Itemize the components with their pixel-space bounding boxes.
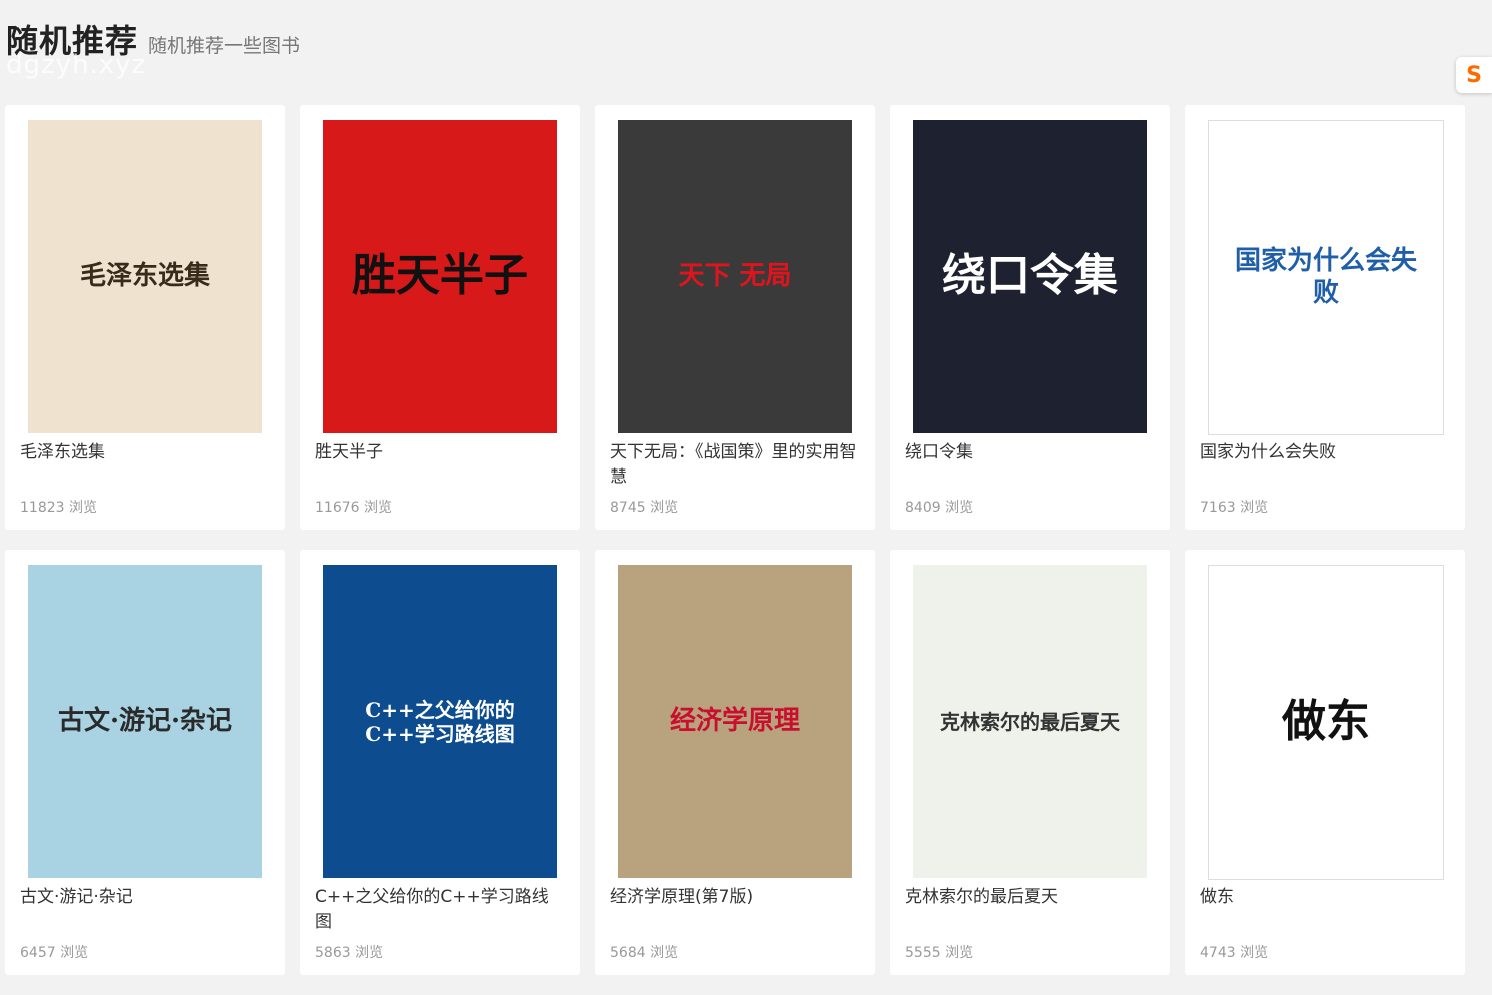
book-view-count: 5863 浏览 (315, 945, 384, 961)
book-card[interactable]: 古文·游记·杂记 古文·游记·杂记 6457 浏览 (5, 550, 285, 975)
book-cover-title: 天下 无局 (678, 260, 792, 291)
book-cover-image[interactable]: 古文·游记·杂记 (28, 565, 262, 878)
sogou-s-icon[interactable]: S (1456, 57, 1492, 93)
book-cover-title: C++之父给你的C++学习路线图 (365, 697, 515, 746)
book-view-count: 8409 浏览 (905, 500, 974, 516)
book-cover-title: 做东 (1282, 696, 1370, 748)
book-cover-image[interactable]: 经济学原理 (618, 565, 852, 878)
book-title-link[interactable]: 国家为什么会失败 (1200, 440, 1450, 465)
book-cover-title: 国家为什么会失败 (1234, 246, 1417, 308)
book-view-count: 4743 浏览 (1200, 945, 1269, 961)
book-view-count: 11676 浏览 (315, 500, 392, 516)
book-cover-image[interactable]: 绕口令集 (913, 120, 1147, 433)
book-title-link[interactable]: 毛泽东选集 (20, 440, 270, 465)
book-card[interactable]: 天下 无局天下无局：《战国策》里的实用智慧 8745 浏览 (595, 105, 875, 530)
book-card[interactable]: C++之父给你的C++学习路线图 C++之父给你的C++学习路线图 5863 浏览 (300, 550, 580, 975)
book-cover-image[interactable]: 毛泽东选集 (28, 120, 262, 433)
book-view-count: 5555 浏览 (905, 945, 974, 961)
book-card[interactable]: 经济学原理经济学原理(第7版) 5684 浏览 (595, 550, 875, 975)
book-title-link[interactable]: 克林索尔的最后夏天 (905, 885, 1155, 910)
book-title-link[interactable]: 天下无局：《战国策》里的实用智慧 (610, 440, 860, 490)
book-cover-title: 毛泽东选集 (79, 260, 210, 291)
book-cover-title: 经济学原理 (669, 705, 800, 736)
book-title-link[interactable]: 胜天半子 (315, 440, 565, 465)
book-card[interactable]: 胜天半子 胜天半子 11676 浏览 (300, 105, 580, 530)
book-card[interactable]: 毛泽东选集 毛泽东选集 11823 浏览 (5, 105, 285, 530)
book-cover-image[interactable]: 克林索尔的最后夏天 (913, 565, 1147, 878)
page-subtitle: 随机推荐一些图书 (148, 35, 301, 57)
book-cover-image[interactable]: 国家为什么会失败 (1208, 120, 1444, 435)
book-title-link[interactable]: 绕口令集 (905, 440, 1155, 465)
book-view-count: 7163 浏览 (1200, 500, 1269, 516)
book-card[interactable]: 克林索尔的最后夏天 克林索尔的最后夏天 5555 浏览 (890, 550, 1170, 975)
book-title-link[interactable]: C++之父给你的C++学习路线图 (315, 885, 565, 935)
book-cover-image[interactable]: 天下 无局 (618, 120, 852, 433)
book-cover-image[interactable]: 做东 (1208, 565, 1444, 880)
book-grid: 毛泽东选集 毛泽东选集 11823 浏览 胜天半子 胜天半子 11676 浏览 天下 无局天… (5, 105, 1465, 975)
book-cover-image[interactable]: 胜天半子 (323, 120, 557, 433)
book-card[interactable]: 做东 做东 4743 浏览 (1185, 550, 1465, 975)
book-cover-title: 克林索尔的最后夏天 (940, 709, 1120, 734)
book-cover-image[interactable]: C++之父给你的C++学习路线图 (323, 565, 557, 878)
book-cover-title: 古文·游记·杂记 (57, 705, 233, 736)
site-watermark: dgzyh.xyz (6, 50, 147, 80)
book-card[interactable]: 国家为什么会失败 国家为什么会失败 7163 浏览 (1185, 105, 1465, 530)
book-view-count: 11823 浏览 (20, 500, 97, 516)
book-card[interactable]: 绕口令集 绕口令集 8409 浏览 (890, 105, 1170, 530)
book-title-link[interactable]: 古文·游记·杂记 (20, 885, 270, 910)
book-view-count: 5684 浏览 (610, 945, 679, 961)
book-view-count: 6457 浏览 (20, 945, 89, 961)
book-title-link[interactable]: 经济学原理(第7版) (610, 885, 860, 910)
book-cover-title: 胜天半子 (352, 250, 528, 302)
book-cover-title: 绕口令集 (942, 250, 1118, 302)
book-view-count: 8745 浏览 (610, 500, 679, 516)
book-title-link[interactable]: 做东 (1200, 885, 1450, 910)
